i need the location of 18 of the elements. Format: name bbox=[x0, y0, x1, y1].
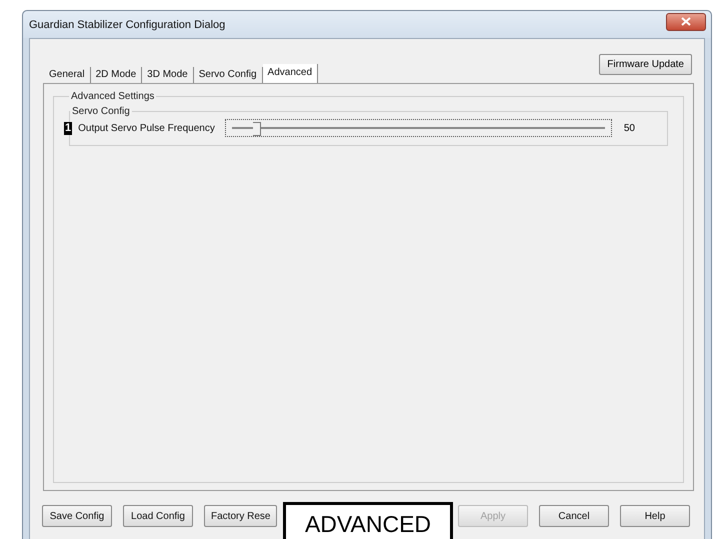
group-title: Advanced Settings bbox=[70, 91, 156, 102]
tab[interactable]: Advanced bbox=[262, 64, 318, 83]
slider-thumb[interactable] bbox=[253, 122, 262, 136]
dialog-button[interactable]: Load Config bbox=[123, 505, 193, 527]
close-button[interactable] bbox=[666, 12, 706, 30]
group-title: Servo Config bbox=[71, 106, 131, 117]
close-icon bbox=[681, 17, 691, 26]
firmware-update-button[interactable]: Firmware Update bbox=[599, 54, 692, 75]
slider-value: 50 bbox=[624, 122, 635, 134]
dialog-button[interactable]: Save Config bbox=[42, 505, 112, 527]
setting-label: Output Servo Pulse Frequency bbox=[78, 122, 215, 134]
number-marker: 1 bbox=[64, 122, 72, 134]
dialog-button[interactable]: Factory Rese bbox=[204, 505, 278, 527]
callout-label: ADVANCED bbox=[283, 502, 453, 539]
dialog-button[interactable]: Cancel bbox=[539, 505, 609, 527]
dialog-button[interactable]: Help bbox=[620, 505, 690, 527]
window-title: Guardian Stabilizer Configuration Dialog bbox=[29, 18, 226, 30]
slider[interactable] bbox=[224, 119, 612, 137]
